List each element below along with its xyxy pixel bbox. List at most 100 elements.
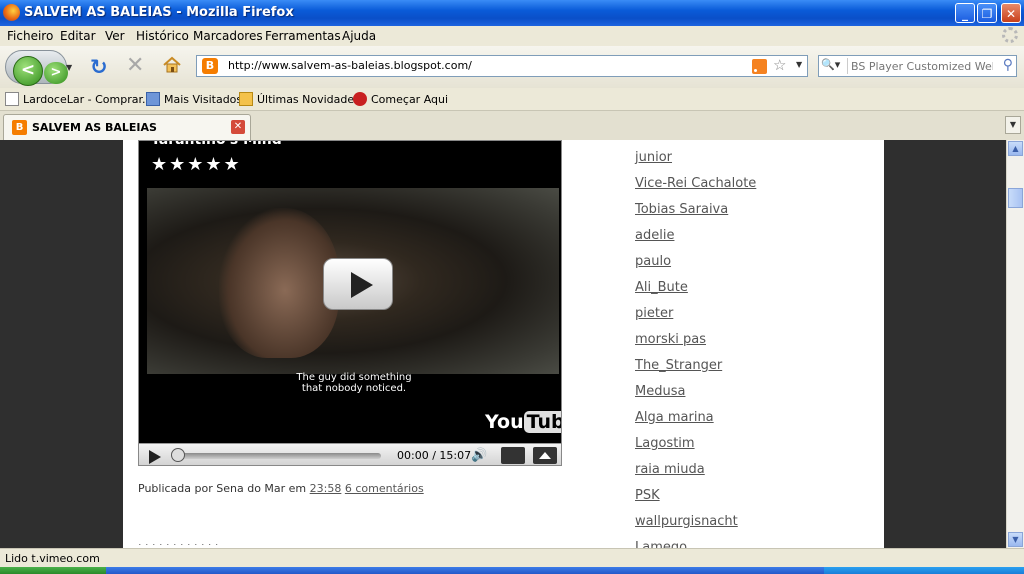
maximize-button[interactable]: ❐ <box>977 3 997 23</box>
follower-list-item: wallpurgisnacht <box>635 511 756 537</box>
follower-list-item: pieter <box>635 303 756 329</box>
follower-list-item: The_Stranger <box>635 355 756 381</box>
play-overlay-button[interactable] <box>323 258 393 310</box>
rss-feed-icon[interactable] <box>752 59 767 74</box>
url-text[interactable]: http://www.salvem-as-baleias.blogspot.co… <box>228 59 472 72</box>
menu-marcadores[interactable]: Marcadores <box>193 29 263 43</box>
follower-list-item: adelie <box>635 225 756 251</box>
bookmark-star-icon[interactable]: ☆ <box>773 56 786 74</box>
video-player[interactable]: Tarantino's Mind ★★★★★ The guy did somet… <box>138 140 562 466</box>
video-still-figure <box>219 208 339 358</box>
volume-icon[interactable]: 🔊 <box>471 448 487 463</box>
follower-link[interactable]: raia miuda <box>635 462 705 477</box>
follower-link[interactable]: The_Stranger <box>635 358 722 373</box>
follower-link[interactable]: Lagostim <box>635 436 695 451</box>
back-button[interactable]: < <box>13 56 43 86</box>
follower-list-item: junior <box>635 147 756 173</box>
video-subtitle: The guy did something that nobody notice… <box>296 372 412 394</box>
follower-link[interactable]: Vice-Rei Cachalote <box>635 176 756 191</box>
search-go-icon[interactable]: ⚲ <box>1003 57 1013 73</box>
menu-historico[interactable]: Histórico <box>136 29 189 43</box>
scroll-thumb[interactable] <box>1008 188 1023 208</box>
bookmark-item[interactable]: Começar Aqui <box>353 92 448 106</box>
tab-list-dropdown-icon[interactable]: ▼ <box>1005 116 1021 134</box>
bookmark-item[interactable]: LardoceLar - Comprar... <box>5 92 152 106</box>
firefox-icon <box>353 92 367 106</box>
follower-link[interactable]: Medusa <box>635 384 685 399</box>
blogger-favicon-icon: B <box>12 120 27 135</box>
post-author-prefix: Publicada por Sena do Mar em <box>138 482 307 495</box>
url-dropdown-icon[interactable]: ▼ <box>796 60 802 69</box>
follower-list-item: Lamego <box>635 537 756 548</box>
video-frame <box>147 188 559 374</box>
status-text: Lido t.vimeo.com <box>5 552 100 565</box>
follower-list-item: raia miuda <box>635 459 756 485</box>
follower-link[interactable]: paulo <box>635 254 671 269</box>
minimize-button[interactable]: _ <box>955 3 975 23</box>
back-forward-group: < > <box>5 50 68 86</box>
bookmark-folder[interactable]: Mais Visitados <box>146 92 242 106</box>
video-rating-stars: ★★★★★ <box>151 154 242 175</box>
close-tab-icon[interactable]: ✕ <box>231 120 245 134</box>
seek-thumb[interactable] <box>171 448 185 462</box>
scroll-down-icon[interactable]: ▼ <box>1008 532 1023 547</box>
video-time: 00:00 / 15:07 <box>397 449 472 462</box>
window-title: SALVEM AS BALEIAS - Mozilla Firefox <box>24 5 294 20</box>
follower-link[interactable]: wallpurgisnacht <box>635 514 738 529</box>
search-input[interactable] <box>851 58 993 74</box>
rss-icon <box>239 92 253 106</box>
firefox-icon <box>3 4 20 21</box>
start-button[interactable] <box>0 567 106 574</box>
history-dropdown-icon[interactable]: ▼ <box>66 63 72 72</box>
home-icon[interactable] <box>163 56 181 74</box>
system-tray <box>824 567 1024 574</box>
quality-toggle-button[interactable] <box>501 447 525 464</box>
follower-link[interactable]: adelie <box>635 228 674 243</box>
follower-list-item: Ali_Bute <box>635 277 756 303</box>
title-bar: SALVEM AS BALEIAS - Mozilla Firefox _ ❐ … <box>0 0 1024 26</box>
follower-link[interactable]: morski pas <box>635 332 706 347</box>
follower-link[interactable]: PSK <box>635 488 660 503</box>
menu-ficheiro[interactable]: Ficheiro <box>7 29 53 43</box>
menu-ver[interactable]: Ver <box>105 29 125 43</box>
youtube-logo[interactable]: YouTube <box>485 411 561 433</box>
follower-link[interactable]: junior <box>635 150 672 165</box>
menu-editar[interactable]: Editar <box>60 29 96 43</box>
follower-list-item: Tobias Saraiva <box>635 199 756 225</box>
page-icon <box>5 92 19 106</box>
blog-column: Tarantino's Mind ★★★★★ The guy did somet… <box>123 140 884 548</box>
video-controls: 00:00 / 15:07 🔊 <box>139 443 561 465</box>
follower-link[interactable]: Tobias Saraiva <box>635 202 728 217</box>
tab-salvem-as-baleias[interactable]: B SALVEM AS BALEIAS ✕ <box>3 114 251 140</box>
search-engine-icon[interactable]: 🔍▾ <box>821 58 848 74</box>
seek-bar[interactable] <box>175 453 381 459</box>
fullscreen-button[interactable] <box>533 447 557 464</box>
stop-icon[interactable]: ✕ <box>126 55 144 77</box>
post-time-link[interactable]: 23:58 <box>310 482 342 495</box>
blogger-favicon-icon: B <box>202 58 218 74</box>
vertical-scrollbar[interactable]: ▲ ▼ <box>1006 140 1024 548</box>
url-bar[interactable]: B http://www.salvem-as-baleias.blogspot.… <box>196 55 808 77</box>
bookmark-feed[interactable]: Últimas Novidades <box>239 92 360 106</box>
follower-list: junior Vice-Rei Cachalote Tobias Saraiva ad… <box>635 147 756 548</box>
throbber-icon <box>1002 27 1018 43</box>
status-bar: Lido t.vimeo.com <box>0 548 1024 568</box>
post-comments-link[interactable]: 6 comentários <box>345 482 424 495</box>
forward-button[interactable]: > <box>44 62 68 84</box>
follower-link[interactable]: Lamego <box>635 540 687 548</box>
scroll-up-icon[interactable]: ▲ <box>1008 141 1023 156</box>
follower-link[interactable]: pieter <box>635 306 673 321</box>
menu-ferramentas[interactable]: Ferramentas <box>265 29 341 43</box>
reload-icon[interactable]: ↻ <box>90 56 108 78</box>
navigation-toolbar: < > ▼ ↻ ✕ B http://www.salvem-as-baleias… <box>0 46 1024 89</box>
follower-list-item: Medusa <box>635 381 756 407</box>
play-button-icon[interactable] <box>149 450 161 464</box>
menu-ajuda[interactable]: Ajuda <box>342 29 376 43</box>
close-button[interactable]: ✕ <box>1001 3 1021 23</box>
follower-link[interactable]: Ali_Bute <box>635 280 688 295</box>
search-bar: 🔍▾ ⚲ <box>818 55 1017 77</box>
video-title: Tarantino's Mind <box>151 140 282 148</box>
follower-link[interactable]: Alga marina <box>635 410 714 425</box>
follower-list-item: morski pas <box>635 329 756 355</box>
follower-list-item: PSK <box>635 485 756 511</box>
